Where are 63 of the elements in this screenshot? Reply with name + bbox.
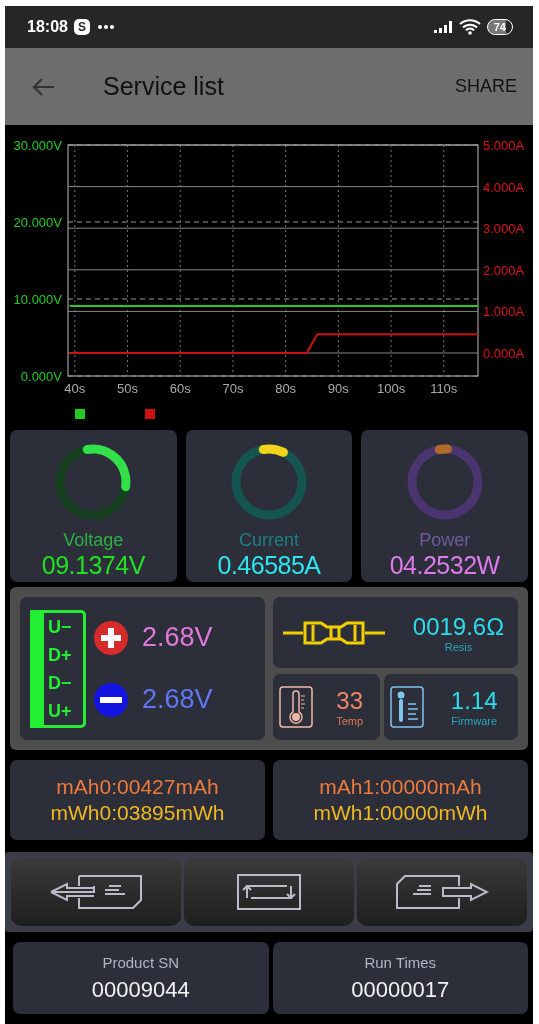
action-button[interactable] (184, 858, 354, 926)
more-dots-icon (95, 24, 116, 30)
axis-label: 0.000A (483, 346, 525, 361)
axis-label: 30.000V (13, 138, 62, 153)
axis-label: 3.000A (483, 221, 525, 237)
negative-voltage: 2.68V (142, 684, 213, 715)
info-document-icon (390, 686, 425, 728)
firmware-version: 1.14 (450, 687, 498, 715)
axis-label: 50s (117, 381, 139, 396)
pin-label: U+ (48, 699, 73, 722)
info-value: 00009044 (91, 976, 190, 1003)
axis-label: 5.000A (483, 138, 525, 153)
swap-arrows-icon (237, 874, 301, 910)
capacity-reading: mAh1:00000mAh (319, 775, 482, 799)
energy-reading: mWh0:03895mWh (50, 801, 225, 825)
app-badge-icon: S (73, 19, 90, 35)
signal-icon (432, 20, 453, 34)
axis-label: 4.000A (483, 179, 525, 195)
axis-label: 20.000V (13, 215, 62, 230)
pin-label: D+ (48, 643, 73, 666)
gauge-value: 09.1374V (41, 551, 145, 580)
pin-label: U− (48, 615, 73, 638)
battery-level: 74 (486, 19, 513, 35)
info-value: 00000017 (351, 976, 450, 1003)
thermometer-icon (279, 686, 313, 728)
capacity-reading: mAh0:00427mAh (56, 775, 219, 799)
axis-label: 60s (169, 381, 191, 396)
share-button[interactable]: SHARE (455, 76, 517, 97)
axis-label: 10.000V (13, 292, 62, 307)
temperature-label: Temp (336, 715, 364, 727)
axis-label: 70s (222, 381, 244, 396)
back-arrow-icon[interactable] (31, 76, 55, 97)
resistance-label: Resis (444, 640, 473, 653)
axis-label: 1.000A (483, 304, 525, 320)
gauge-label: Current (239, 530, 299, 551)
resistance-value: 0019.6Ω (412, 612, 505, 641)
axis-label: 2.000A (483, 262, 525, 278)
clock: 18:08 (27, 18, 68, 36)
screen-title: Service list (103, 72, 225, 101)
wifi-icon (458, 19, 481, 35)
axis-label: 110s (430, 381, 458, 396)
axis-label: 80s (275, 381, 297, 396)
firmware-label: Firmware (451, 715, 498, 727)
gauge-value: 04.2532W (389, 551, 500, 580)
axis-label: 90s (327, 381, 349, 396)
gauge-label: Power (419, 530, 471, 551)
pin-label: D− (48, 671, 73, 694)
axis-label: 0.000V (20, 369, 62, 384)
info-label: Run Times (364, 953, 437, 971)
gauge-label: Voltage (63, 530, 124, 551)
action-button[interactable] (357, 858, 527, 926)
action-button[interactable] (11, 858, 181, 926)
document-left-arrow-icon (49, 874, 143, 910)
minus-icon (94, 682, 128, 717)
axis-label: 100s (376, 381, 406, 396)
info-label: Product SN (102, 953, 180, 971)
temperature-value: 33 (336, 687, 363, 715)
document-right-arrow-icon (395, 874, 489, 910)
gauge-value: 0.46585A (217, 551, 321, 580)
positive-voltage: 2.68V (142, 622, 213, 653)
plus-icon (94, 620, 128, 655)
axis-label: 40s (64, 381, 86, 396)
energy-reading: mWh1:00000mWh (313, 801, 488, 825)
